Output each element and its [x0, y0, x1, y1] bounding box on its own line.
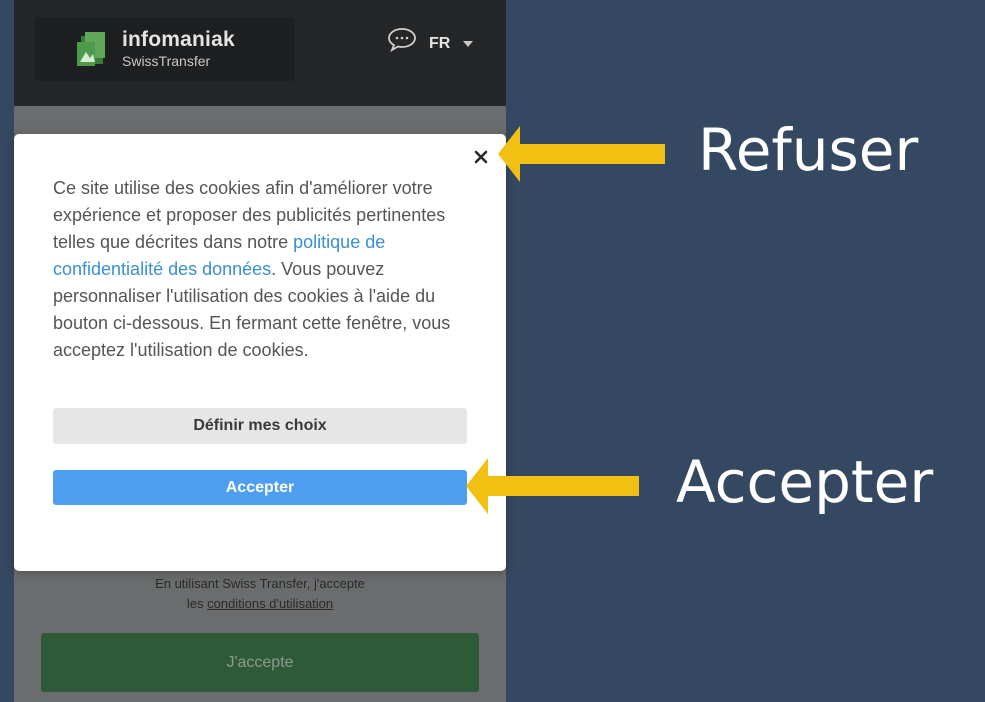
chat-bubble-icon[interactable]: [387, 26, 417, 52]
close-icon[interactable]: [472, 148, 490, 166]
accept-terms-button[interactable]: J'accepte: [41, 633, 479, 692]
define-choices-button[interactable]: Définir mes choix: [53, 408, 467, 444]
refuse-arrow-icon: [498, 126, 665, 182]
terms-prefix: les: [186, 596, 208, 611]
brand-subtitle: SwissTransfer: [122, 53, 211, 69]
cookie-consent-modal: Ce site utilise des cookies afin d'améli…: [14, 134, 506, 571]
terms-line-2: les conditions d'utilisation: [14, 596, 506, 611]
infomaniak-logo-icon: [77, 32, 105, 66]
terms-line-1: En utilisant Swiss Transfer, j'accepte: [155, 576, 365, 591]
top-bar: infomaniak SwissTransfer FR: [14, 0, 506, 106]
accept-cookies-button[interactable]: Accepter: [53, 470, 467, 505]
brand-logo[interactable]: infomaniak SwissTransfer: [35, 17, 295, 81]
accept-annotation: Accepter: [676, 448, 934, 516]
accept-arrow-icon: [466, 458, 639, 514]
terms-link[interactable]: conditions d'utilisation: [207, 596, 333, 611]
cookie-message-intro: Ce site utilise des cookies afin d'améli…: [53, 178, 446, 252]
cookie-message: Ce site utilise des cookies afin d'améli…: [53, 175, 473, 364]
brand-name: infomaniak: [122, 28, 235, 51]
chevron-down-icon[interactable]: [463, 41, 473, 47]
refuse-annotation: Refuser: [698, 116, 919, 184]
language-selector[interactable]: FR: [429, 35, 450, 53]
